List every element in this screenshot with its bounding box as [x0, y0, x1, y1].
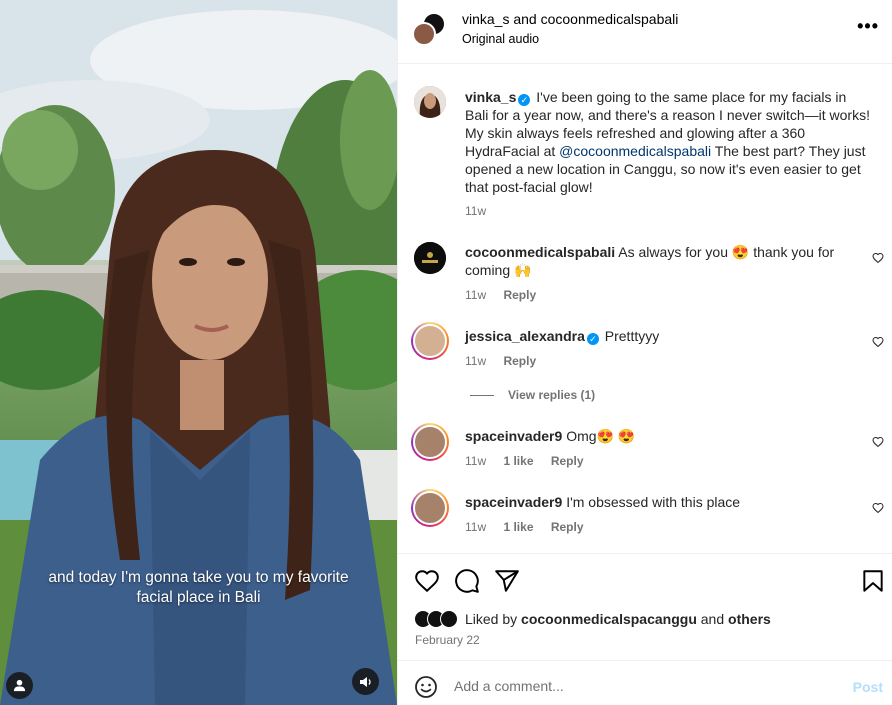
verified-badge-icon: ✓ — [586, 333, 599, 345]
post-meta: 11w — [465, 204, 500, 218]
comment-body: spaceinvader9 I'm obsessed with this pla… — [465, 493, 873, 511]
liked-by-user-link[interactable]: cocoonmedicalspacanggu — [521, 611, 697, 627]
comment-time[interactable]: 11w — [465, 288, 486, 302]
comment-text: Omg😍 😍 — [566, 428, 636, 444]
comment-meta: 11w 1 like Reply — [465, 454, 598, 468]
save-bookmark-icon[interactable] — [860, 568, 886, 594]
comment-meta: 11w Reply — [465, 354, 550, 368]
caption-line-2: facial place in Bali — [136, 589, 261, 606]
reply-button[interactable]: Reply — [551, 520, 584, 534]
like-heart-icon[interactable] — [414, 568, 440, 594]
comment-avatar — [413, 491, 447, 525]
comment-avatar-story-ring[interactable] — [411, 322, 449, 360]
comment-time[interactable]: 11w — [465, 520, 486, 534]
cocoon-logo-icon — [414, 242, 446, 274]
speaker-icon — [359, 676, 371, 687]
comment-avatar[interactable] — [414, 242, 446, 274]
tagged-users-button[interactable] — [6, 672, 33, 699]
comment-avatar-story-ring[interactable] — [411, 423, 449, 461]
liker-avatar — [440, 610, 458, 628]
post-detail-panel: vinka_s and cocoonmedicalspabali Origina… — [397, 0, 892, 705]
comment-time[interactable]: 11w — [465, 454, 486, 468]
vinka-avatar — [412, 22, 436, 46]
replies-divider — [470, 395, 494, 397]
reply-button[interactable]: Reply — [503, 288, 536, 302]
comment-username[interactable]: cocoonmedicalspabali — [465, 244, 615, 260]
comment-bubble-icon[interactable] — [454, 568, 480, 594]
more-options-icon[interactable]: ••• — [857, 16, 879, 37]
view-replies-label: View replies (1) — [508, 388, 596, 402]
comment-username[interactable]: spaceinvader9 — [465, 428, 562, 444]
like-comment-heart-icon[interactable] — [872, 502, 884, 514]
share-send-icon[interactable] — [494, 568, 520, 594]
post-caption: vinka_s ✓ I've been going to the same pla… — [465, 88, 873, 196]
user-icon — [13, 679, 26, 692]
comment-input[interactable] — [454, 674, 834, 698]
reply-button[interactable]: Reply — [503, 354, 536, 368]
view-replies-button[interactable]: View replies (1) — [470, 388, 595, 402]
post-author-name[interactable]: vinka_s — [465, 89, 516, 105]
comment-avatar — [413, 324, 447, 358]
comment-username[interactable]: jessica_alexandra — [465, 328, 585, 344]
reply-button[interactable]: Reply — [551, 454, 584, 468]
author-avatar-image — [414, 86, 446, 118]
audio-label[interactable]: Original audio — [462, 32, 539, 46]
comment-text: I'm obsessed with this place — [566, 494, 741, 510]
mute-toggle-button[interactable] — [352, 668, 379, 695]
comment-text: Pretttyyy — [604, 328, 660, 344]
like-comment-heart-icon[interactable] — [872, 252, 884, 264]
comment-body: spaceinvader9 Omg😍 😍 — [465, 427, 873, 445]
comment-avatar-story-ring[interactable] — [411, 489, 449, 527]
post-header: vinka_s and cocoonmedicalspabali Origina… — [398, 0, 892, 64]
liked-by-prefix: Liked by — [465, 611, 518, 627]
liked-by-others-link[interactable]: others — [728, 611, 771, 627]
comment-likes[interactable]: 1 like — [503, 520, 533, 534]
reel-video[interactable]: and today I'm gonna take you to my favor… — [0, 0, 397, 705]
add-comment-bar: Post — [398, 660, 892, 705]
liked-by-row: Liked by cocoonmedicalspacanggu and othe… — [414, 609, 771, 629]
post-comment-button[interactable]: Post — [853, 679, 883, 695]
post-actions: Liked by cocoonmedicalspacanggu and othe… — [398, 553, 892, 660]
liked-by-text: Liked by cocoonmedicalspacanggu and othe… — [465, 611, 771, 627]
comment-avatar — [413, 425, 447, 459]
emoji-icon[interactable] — [414, 675, 438, 699]
comment-meta: 11w Reply — [465, 288, 550, 302]
liked-by-and: and — [700, 611, 725, 627]
caption-mention-link[interactable]: @cocoonmedicalspabali — [559, 143, 711, 159]
caption-line-1: and today I'm gonna take you to my favor… — [48, 569, 349, 586]
like-comment-heart-icon[interactable] — [872, 436, 884, 448]
verified-badge-icon: ✓ — [518, 94, 531, 106]
comment-body: cocoonmedicalspabali As always for you 😍… — [465, 243, 855, 279]
post-authors[interactable]: vinka_s and cocoonmedicalspabali — [462, 11, 678, 27]
like-comment-heart-icon[interactable] — [872, 336, 884, 348]
comment-likes[interactable]: 1 like — [503, 454, 533, 468]
post-date[interactable]: February 22 — [415, 633, 480, 647]
collab-avatars[interactable] — [412, 12, 446, 46]
comment-body: jessica_alexandra ✓ Pretttyyy — [465, 327, 873, 345]
comment-username[interactable]: spaceinvader9 — [465, 494, 562, 510]
comment-meta: 11w 1 like Reply — [465, 520, 598, 534]
video-caption: and today I'm gonna take you to my favor… — [0, 568, 397, 608]
author-avatar[interactable] — [414, 86, 446, 118]
comment-time[interactable]: 11w — [465, 354, 486, 368]
post-time[interactable]: 11w — [465, 204, 486, 218]
